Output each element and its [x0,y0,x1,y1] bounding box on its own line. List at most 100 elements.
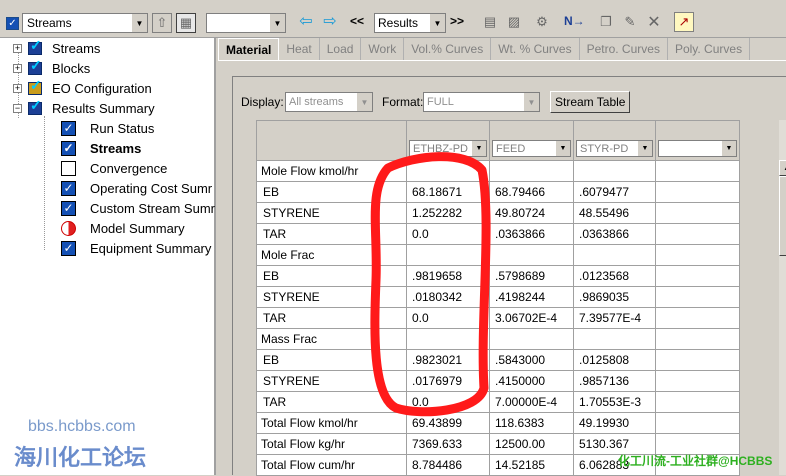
table-cell[interactable]: 3.06702E-4 [489,307,574,329]
table-cell[interactable]: .5798689 [489,265,574,287]
tab-wt-curves[interactable]: Wt. % Curves [491,38,580,60]
table-cell[interactable]: .0363866 [573,223,656,245]
expand-icon[interactable]: + [13,43,22,53]
tab-poly-curves[interactable]: Poly. Curves [668,38,751,60]
table-cell[interactable]: .4198244 [489,286,574,308]
previous-button[interactable]: << [350,14,364,28]
tree-item-run-status[interactable]: ✓ Run Status [61,118,154,138]
table-cell[interactable]: 1.70553E-3 [573,391,656,413]
table-cell[interactable]: 14.52185 [489,454,574,476]
copy-icon[interactable]: ❐ [596,12,616,32]
table-cell[interactable]: 118.6383 [489,412,574,434]
tab-work[interactable]: Work [361,38,405,60]
table-cell[interactable] [489,244,574,266]
scroll-up-icon[interactable]: ▲ [779,160,786,176]
tree-item-results-summary[interactable]: − ✓ Results Summary [13,97,155,118]
tree-item-model-summary[interactable]: Model Summary [61,218,185,238]
tab-vol-curves[interactable]: Vol.% Curves [404,38,492,60]
table-cell[interactable] [655,307,740,329]
column-header-empty[interactable]: ▼ [655,120,740,161]
tree-item-blocks[interactable]: + ✓ Blocks [13,57,91,78]
folder-check-icon: ✓ [28,57,42,75]
table-cell[interactable] [655,202,740,224]
tab-material[interactable]: Material [218,38,280,60]
back-arrow-icon[interactable]: ⇦ [296,11,316,31]
table-cell[interactable]: .4150000 [489,370,574,392]
forward-arrow-icon[interactable]: ⇨ [320,11,340,31]
results-selector[interactable]: Results ▼ [374,13,446,33]
table-cell[interactable] [655,286,740,308]
table-cell[interactable] [573,160,656,182]
column-select[interactable]: ▼ [658,140,737,157]
column-header-feed[interactable]: FEED ▼ [489,120,574,161]
table-cell[interactable]: 8.784486 [406,454,490,476]
tree-item-operating-cost[interactable]: ✓ Operating Cost Sumr [61,178,212,198]
next-button[interactable]: >> [450,14,464,28]
tree-item-streams[interactable]: + ✓ Streams [13,37,100,58]
table-cell[interactable] [489,160,574,182]
table-cell[interactable]: .0123568 [573,265,656,287]
next-step-icon[interactable]: N→ [564,14,585,28]
scrollbar-thumb[interactable] [779,176,786,256]
table-cell[interactable]: 7369.633 [406,433,490,455]
report-icon[interactable]: ▨ [504,12,524,32]
edit-icon[interactable]: ✎ [620,12,640,32]
table-cell[interactable] [655,223,740,245]
table-cell[interactable]: 48.55496 [573,202,656,224]
streams-checkbox-icon[interactable]: ✓ [6,17,19,30]
table-cell[interactable]: .0125808 [573,349,656,371]
stream-selector[interactable]: Streams ▼ [22,13,148,33]
table-cell[interactable]: .9869035 [573,286,656,308]
collapse-icon[interactable]: − [13,103,22,113]
tab-petro-curves[interactable]: Petro. Curves [580,38,668,60]
tab-heat[interactable]: Heat [279,38,320,60]
close-icon[interactable]: ✕ [644,12,664,32]
expand-icon[interactable]: + [13,63,22,73]
table-cell[interactable]: .0363866 [489,223,574,245]
form-selector[interactable]: ▼ [206,13,286,33]
table-cell[interactable]: 68.79466 [489,181,574,203]
table-cell[interactable] [655,349,740,371]
table-cell[interactable]: 12500.00 [489,433,574,455]
chevron-down-icon: ▼ [269,14,285,32]
tree-item-eo-configuration[interactable]: + ✓ EO Configuration [13,77,152,98]
column-header-styr-pd[interactable]: STYR-PD ▼ [573,120,656,161]
tree-item-label: Blocks [52,60,91,76]
column-select[interactable]: FEED ▼ [492,140,571,157]
chart-icon[interactable]: ↗ [674,12,694,32]
results-panel: Material Heat Load Work Vol.% Curves Wt.… [218,38,786,476]
vertical-scrollbar[interactable]: ▲ [779,120,786,475]
tab-load[interactable]: Load [320,38,362,60]
table-cell[interactable] [655,244,740,266]
tree-item-custom-stream[interactable]: ✓ Custom Stream Sumr [61,198,215,218]
table-cell[interactable] [573,328,656,350]
layout-toggle-icon[interactable]: ▦ [176,13,196,33]
table-cell[interactable] [655,412,740,434]
table-cell[interactable] [655,181,740,203]
folder-up-icon[interactable]: ⇧ [152,13,172,33]
format-select[interactable]: FULL ▼ [423,92,540,112]
gear-icon[interactable]: ⚙ [532,12,552,32]
column-select[interactable]: STYR-PD ▼ [576,140,653,157]
table-cell[interactable]: 49.80724 [489,202,574,224]
table-cell[interactable]: .9857136 [573,370,656,392]
expand-icon[interactable]: + [13,83,22,93]
table-cell[interactable] [655,160,740,182]
table-cell[interactable]: 7.00000E-4 [489,391,574,413]
tree-item-equipment-summary[interactable]: ✓ Equipment Summary [61,238,211,258]
table-cell[interactable] [655,328,740,350]
calculator-icon[interactable]: ▤ [480,12,500,32]
table-cell[interactable] [573,244,656,266]
table-cell[interactable] [655,265,740,287]
table-cell[interactable]: 49.19930 [573,412,656,434]
stream-table-button[interactable]: Stream Table [550,91,631,113]
display-select[interactable]: All streams ▼ [285,92,373,112]
table-cell[interactable] [655,370,740,392]
table-cell[interactable]: .5843000 [489,349,574,371]
table-cell[interactable] [655,391,740,413]
table-cell[interactable]: .6079477 [573,181,656,203]
tree-item-convergence[interactable]: Convergence [61,158,167,178]
table-cell[interactable] [489,328,574,350]
tree-item-streams-results[interactable]: ✓ Streams [61,138,141,158]
table-cell[interactable]: 7.39577E-4 [573,307,656,329]
